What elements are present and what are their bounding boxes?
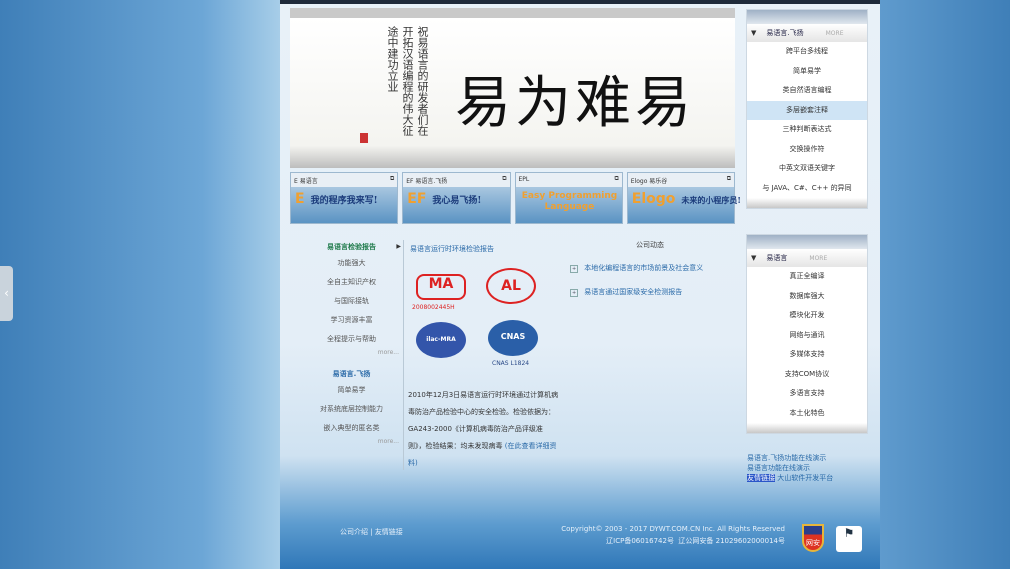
feature-item[interactable]: 类自然语言编程 — [747, 81, 867, 101]
feature-item[interactable]: 多媒体支持 — [747, 345, 867, 365]
demo-link-e[interactable]: 易语言功能在线演示 — [747, 463, 833, 473]
feature-item[interactable]: 多语言支持 — [747, 384, 867, 404]
feature-item[interactable]: 支持COM协议 — [747, 365, 867, 385]
more-link[interactable]: more... — [300, 438, 403, 450]
nav-section-report[interactable]: 易语言检验报告 — [300, 240, 403, 254]
arrow-right-icon: ▶ — [396, 243, 401, 250]
nav-item[interactable]: 对系统底层控制能力 — [300, 400, 403, 419]
copy-icon: ⧉ — [389, 175, 395, 182]
feature-box-efly: ▼ 易语言.飞扬 MORE 跨平台多线程 简单易学 类自然语言编程 多层嵌套注释 三… — [746, 9, 868, 209]
collapse-icon[interactable]: ▼ — [751, 254, 756, 262]
more-link[interactable]: MORE — [826, 30, 844, 37]
nav-item[interactable]: 全程提示与帮助 — [300, 330, 403, 349]
feature-item-selected[interactable]: 多层嵌套注释 — [747, 100, 867, 120]
box-title: 易语言 — [766, 254, 788, 262]
nav-item[interactable]: 嵌入典型的匿名类 — [300, 419, 403, 438]
product-card-elogo[interactable]: Elogo 易乐谷 ⧉ Elogo 未来的小程序员! — [626, 172, 741, 224]
card-tagline: 我的程序我来写! — [310, 196, 378, 206]
demo-link-efly[interactable]: 易语言.飞扬功能在线演示 — [747, 453, 833, 463]
nav-item[interactable]: 全自主知识产权 — [300, 273, 403, 292]
nav-item[interactable]: 与国际接轨 — [300, 292, 403, 311]
footer-links: 公司介绍 | 友情链接 — [340, 528, 403, 536]
banner: 祝易语言的研发者们在开拓汉语编程的伟大征途中建功立业 易为难易 — [290, 8, 735, 168]
card-logo: Easy Programming Language — [521, 191, 618, 212]
news-item: + 本地化编程语言的市场前景及社会意义 — [570, 256, 730, 280]
company-news: 公司动态 + 本地化编程语言的市场前景及社会意义 + 易语言通过国家级安全检测报告 — [570, 240, 730, 304]
page: 祝易语言的研发者们在开拓汉语编程的伟大征途中建功立业 易为难易 E 易语言 ⧉ E 我… — [280, 4, 880, 569]
police-badge-icon[interactable]: ⚑ — [836, 526, 862, 552]
icp-number[interactable]: 辽ICP备06016742号 — [606, 537, 674, 545]
cma-code: 2008002445H — [412, 304, 455, 311]
card-title: E 易语言 — [294, 178, 318, 185]
feature-item[interactable]: 本土化特色 — [747, 404, 867, 424]
news-title: 公司动态 — [636, 241, 664, 249]
feature-item[interactable]: 简单易学 — [747, 62, 867, 82]
side-panel-toggle[interactable]: ‹ — [0, 266, 13, 321]
report-section: 易语言运行时环境检验报告 MA 2008002445H AL ilac-MRA … — [410, 244, 560, 367]
feature-item[interactable]: 与 JAVA、C#、C++ 的异同 — [747, 179, 867, 199]
expand-icon[interactable]: + — [570, 265, 579, 273]
feature-item[interactable]: 真正全编译 — [747, 267, 867, 287]
security-shield-icon[interactable]: 网安 — [802, 524, 824, 552]
news-link[interactable]: 本地化编程语言的市场前景及社会意义 — [584, 264, 703, 272]
banner-title: 易为难易 — [455, 71, 695, 136]
feature-item[interactable]: 三种判断表达式 — [747, 120, 867, 140]
copy-icon: ⧉ — [726, 175, 731, 182]
card-title: EF 易语言.飞扬 — [406, 178, 448, 185]
feature-box-e: ▼ 易语言 MORE 真正全编译 数据库强大 模块化开发 网络与通讯 多媒体支持 支… — [746, 234, 868, 434]
footer-link-friends[interactable]: 友情链接 — [375, 528, 403, 536]
banner-poem: 祝易语言的研发者们在开拓汉语编程的伟大征途中建功立业 — [386, 26, 429, 136]
product-card-ef[interactable]: EF 易语言.飞扬 ⧉ EF 我心易飞扬! — [402, 172, 511, 224]
collapse-icon[interactable]: ▼ — [751, 29, 756, 37]
feature-item[interactable]: 模块化开发 — [747, 306, 867, 326]
seal-icon — [360, 133, 368, 143]
report-title[interactable]: 易语言运行时环境检验报告 — [410, 244, 560, 254]
product-cards: E 易语言 ⧉ E 我的程序我来写! EF 易语言.飞扬 ⧉ EF 我心易飞扬! EPL ⧉ E… — [290, 172, 741, 224]
cal-logo: AL — [486, 268, 536, 304]
certification-logos: MA 2008002445H AL ilac-MRA CNAS CNAS L18… — [412, 268, 546, 374]
copyright-text: Copyright© 2003 - 2017 DYWT.COM.CN Inc. … — [561, 525, 785, 533]
cnas-logo: CNAS — [488, 320, 538, 356]
feature-item[interactable]: 交换操作符 — [747, 140, 867, 160]
expand-icon[interactable]: + — [570, 289, 579, 297]
police-number[interactable]: 辽公网安备 21029602000014号 — [678, 537, 785, 545]
copy-icon: ⧉ — [614, 175, 619, 182]
card-tagline: 未来的小程序员! — [681, 195, 741, 205]
report-description: 2010年12月3日易语言运行时环境通过计算机病毒防治产品检验中心的安全检验。检… — [408, 387, 560, 472]
card-title: Elogo 易乐谷 — [630, 178, 668, 185]
friend-link-label: 友情链接 — [747, 474, 775, 482]
more-link[interactable]: more... — [300, 349, 403, 361]
product-card-epl[interactable]: EPL ⧉ Easy Programming Language — [514, 172, 623, 224]
copy-icon: ⧉ — [502, 175, 507, 182]
cnas-code: CNAS L1824 — [492, 360, 530, 367]
nav-item[interactable]: 功能强大 — [300, 254, 403, 273]
more-link[interactable]: MORE — [809, 255, 827, 262]
product-card-e[interactable]: E 易语言 ⧉ E 我的程序我来写! — [290, 172, 399, 224]
card-logo: Elogo — [631, 191, 676, 207]
ilac-mra-logo: ilac-MRA — [416, 322, 466, 358]
left-nav: 易语言检验报告 ▶ 功能强大 全自主知识产权 与国际接轨 学习资源丰富 全程提示… — [300, 240, 404, 470]
nav-section-efly[interactable]: 易语言.飞扬 — [300, 367, 403, 381]
news-link[interactable]: 易语言通过国家级安全检测报告 — [584, 288, 682, 296]
feature-item[interactable]: 中英文双语关键字 — [747, 159, 867, 179]
footer-link-about[interactable]: 公司介绍 — [340, 528, 368, 536]
card-title: EPL — [518, 176, 530, 183]
feature-item[interactable]: 数据库强大 — [747, 287, 867, 307]
card-tagline: 我心易飞扬! — [432, 196, 482, 206]
news-item: + 易语言通过国家级安全检测报告 — [570, 280, 730, 304]
box-title: 易语言.飞扬 — [766, 29, 804, 37]
nav-item[interactable]: 简单易学 — [300, 381, 403, 400]
demo-links: 易语言.飞扬功能在线演示 易语言功能在线演示 友情链接 大山软件开发平台 — [747, 453, 833, 483]
friend-link[interactable]: 大山软件开发平台 — [777, 474, 833, 482]
card-logo: EF — [407, 191, 427, 207]
cma-logo: MA — [416, 274, 466, 300]
nav-item[interactable]: 学习资源丰富 — [300, 311, 403, 330]
feature-item[interactable]: 跨平台多线程 — [747, 42, 867, 62]
footer-copyright: Copyright© 2003 - 2017 DYWT.COM.CN Inc. … — [520, 523, 785, 547]
feature-item[interactable]: 网络与通讯 — [747, 326, 867, 346]
card-logo: E — [295, 191, 305, 207]
